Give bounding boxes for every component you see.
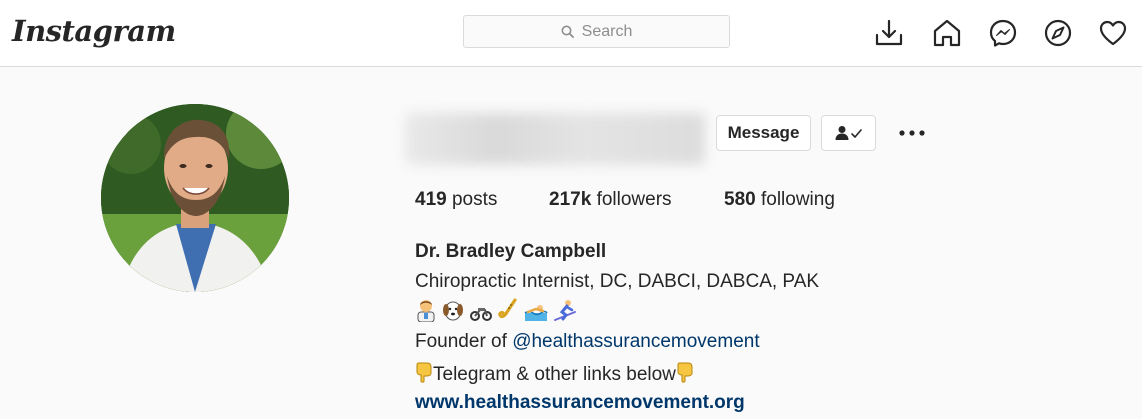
download-icon[interactable] — [874, 18, 904, 48]
posts-label: posts — [451, 189, 498, 210]
messenger-icon[interactable] — [988, 18, 1018, 48]
followers-value: 217k — [549, 189, 592, 210]
profile-photo — [101, 104, 289, 292]
top-nav-bar: Instagram Search — [0, 0, 1142, 67]
doctor-emoji — [417, 300, 435, 322]
following-label: following — [760, 189, 835, 210]
motorcycle-emoji — [469, 308, 492, 321]
following-status-button[interactable] — [821, 115, 876, 151]
profile-full-name: Dr. Bradley Campbell — [415, 241, 607, 262]
username-redacted — [405, 113, 705, 165]
profile-avatar[interactable] — [101, 104, 289, 292]
pointing-down-icon — [416, 362, 432, 383]
explore-icon[interactable] — [1043, 18, 1073, 48]
home-icon[interactable] — [932, 18, 962, 48]
bio-telegram-line: Telegram & other links below — [415, 361, 694, 386]
message-button[interactable]: Message — [716, 115, 811, 151]
more-options-icon[interactable] — [897, 122, 927, 144]
search-placeholder: Search — [581, 22, 633, 40]
posts-count: 419 posts — [415, 189, 497, 211]
following-value: 580 — [724, 189, 756, 210]
instagram-logo[interactable]: Instagram — [12, 14, 176, 48]
following-count[interactable]: 580 following — [724, 189, 835, 211]
user-check-icon — [835, 126, 862, 140]
swimmer-emoji — [524, 305, 548, 321]
search-input[interactable]: Search — [463, 15, 730, 48]
bio-founder-line: Founder of @healthassurancemovement — [415, 331, 760, 353]
dog-emoji — [443, 301, 464, 321]
skier-emoji — [554, 300, 577, 321]
search-icon — [561, 25, 574, 38]
pointing-down-icon — [677, 362, 693, 383]
posts-value: 419 — [415, 189, 447, 210]
saxophone-emoji — [498, 298, 517, 319]
profile-title: Chiropractic Internist, DC, DABCI, DABCA… — [415, 271, 820, 292]
followers-label: followers — [596, 189, 672, 210]
telegram-text: Telegram & other links below — [433, 364, 676, 385]
heart-icon[interactable] — [1098, 18, 1128, 48]
founder-mention-link[interactable]: @healthassurancemovement — [512, 331, 759, 352]
followers-count[interactable]: 217k followers — [549, 189, 672, 211]
bio-emoji-row — [415, 298, 577, 324]
founder-prefix: Founder of — [415, 331, 507, 352]
website-link[interactable]: www.healthassurancemovement.org — [415, 392, 745, 414]
